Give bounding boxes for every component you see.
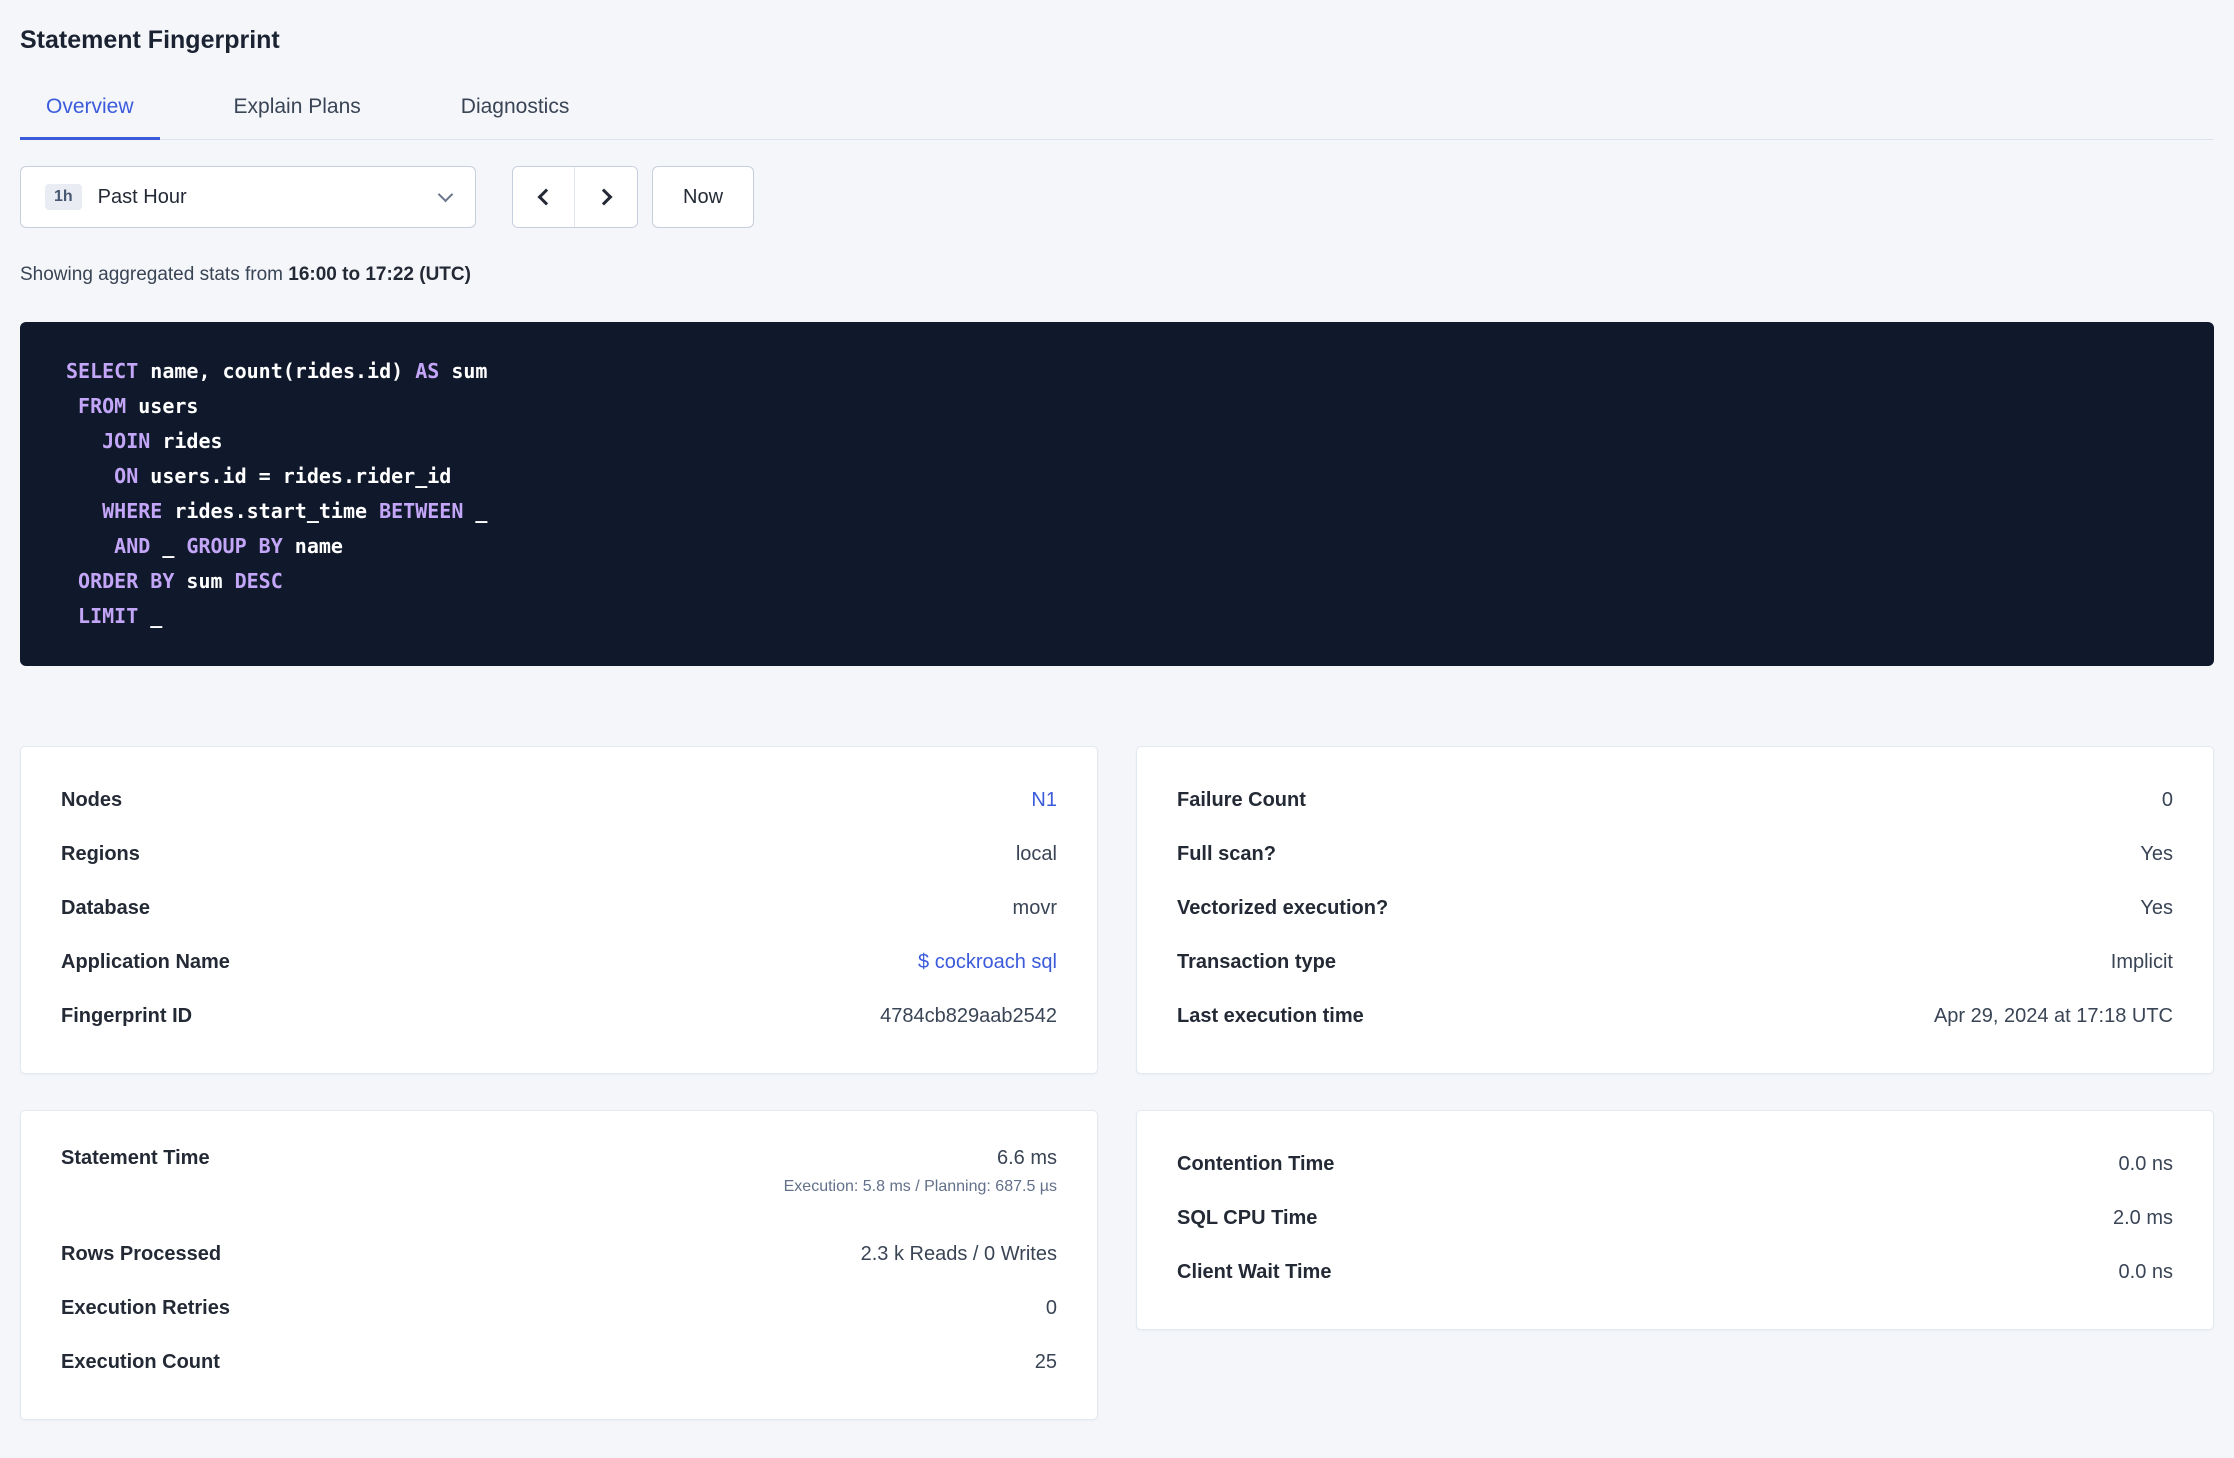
card-row: Regions local bbox=[61, 827, 1057, 881]
now-button[interactable]: Now bbox=[652, 166, 755, 228]
card-row: Contention Time 0.0 ns bbox=[1177, 1137, 2173, 1191]
card-row: Statement Time 6.6 ms Execution: 5.8 ms / … bbox=[61, 1137, 1057, 1227]
row-value: 6.6 ms bbox=[996, 1147, 1057, 1169]
chevron-down-icon bbox=[437, 186, 454, 203]
sql-line: ORDER BY sum DESC bbox=[78, 569, 283, 593]
row-value: 2.0 ms bbox=[2112, 1206, 2173, 1229]
row-label: Regions bbox=[61, 842, 140, 865]
row-label: Full scan? bbox=[1177, 842, 1276, 865]
row-value: Implicit bbox=[2110, 950, 2173, 973]
card-row: Full scan? Yes bbox=[1177, 827, 2173, 881]
card-row: Failure Count 0 bbox=[1177, 773, 2173, 827]
card-row: Client Wait Time 0.0 ns bbox=[1177, 1245, 2173, 1299]
row-value: 25 bbox=[1034, 1350, 1057, 1373]
sql-line: FROM users bbox=[78, 394, 199, 418]
row-label: Failure Count bbox=[1177, 788, 1306, 811]
row-label: Database bbox=[61, 896, 150, 919]
card-row: Nodes N1 bbox=[61, 773, 1057, 827]
interval-label: Past Hour bbox=[97, 185, 187, 208]
stats-card-left: Statement Time 6.6 ms Execution: 5.8 ms / … bbox=[20, 1110, 1098, 1420]
page-title: Statement Fingerprint bbox=[20, 26, 280, 54]
row-value: Yes bbox=[2140, 842, 2173, 865]
aggregated-stats-text: Showing aggregated stats from 16:00 to 1… bbox=[20, 264, 2214, 286]
interval-badge: 1h bbox=[45, 184, 82, 210]
summary-cards: Nodes N1 Regions local Database movr Applicati… bbox=[20, 746, 2214, 1420]
card-row: Last execution time Apr 29, 2024 at 17:18… bbox=[1177, 989, 2173, 1043]
interval-nav-group bbox=[512, 166, 638, 228]
card-row: Vectorized execution? Yes bbox=[1177, 881, 2173, 935]
row-label: Nodes bbox=[61, 788, 123, 811]
status-prefix: Showing aggregated stats from bbox=[20, 264, 283, 285]
row-value: local bbox=[1015, 842, 1057, 865]
sql-line: WHERE rides.start_time BETWEEN _ bbox=[102, 499, 488, 523]
prev-interval-button[interactable] bbox=[513, 167, 575, 227]
row-value: 0 bbox=[2161, 788, 2173, 811]
row-value: Yes bbox=[2140, 896, 2173, 919]
row-value: movr bbox=[1012, 896, 1057, 919]
sql-statement-box: SELECT name, count(rides.id) AS sum FROM… bbox=[20, 322, 2214, 666]
chevron-right-icon bbox=[595, 188, 613, 206]
row-label: Execution Count bbox=[61, 1350, 220, 1373]
sql-line: JOIN rides bbox=[102, 429, 223, 453]
row-label: Fingerprint ID bbox=[61, 1004, 193, 1027]
card-row: Database movr bbox=[61, 881, 1057, 935]
row-value: 4784cb829aab2542 bbox=[880, 1004, 1057, 1027]
row-label: Last execution time bbox=[1177, 1004, 1364, 1027]
tab-explain-plans[interactable]: Explain Plans bbox=[208, 81, 387, 140]
row-label: Contention Time bbox=[1177, 1152, 1335, 1175]
row-label: Application Name bbox=[61, 950, 230, 973]
sql-line: AND _ GROUP BY name bbox=[114, 534, 343, 558]
card-row: SQL CPU Time 2.0 ms bbox=[1177, 1191, 2173, 1245]
row-value-link[interactable]: N1 bbox=[1031, 789, 1057, 812]
tab-bar: Overview Explain Plans Diagnostics bbox=[20, 81, 2214, 140]
row-value: 0 bbox=[1045, 1296, 1057, 1319]
tab-overview[interactable]: Overview bbox=[20, 81, 160, 140]
summary-card-right: Failure Count 0 Full scan? Yes Vectorized ex… bbox=[1136, 746, 2214, 1074]
row-value: 0.0 ns bbox=[2118, 1152, 2173, 1175]
next-interval-button[interactable] bbox=[575, 167, 637, 227]
row-label: Statement Time bbox=[61, 1147, 210, 1169]
status-range: 16:00 to 17:22 (UTC) bbox=[288, 264, 471, 285]
row-value: 0.0 ns bbox=[2118, 1260, 2173, 1283]
time-controls: 1h Past Hour Now bbox=[20, 166, 2214, 228]
row-label: Client Wait Time bbox=[1177, 1260, 1332, 1283]
row-value: 2.3 k Reads / 0 Writes bbox=[860, 1242, 1057, 1265]
row-value-link[interactable]: $ cockroach sql bbox=[918, 951, 1057, 974]
tab-diagnostics[interactable]: Diagnostics bbox=[435, 81, 596, 140]
row-label: Execution Retries bbox=[61, 1296, 230, 1319]
chevron-left-icon bbox=[537, 188, 554, 206]
row-label: Vectorized execution? bbox=[1177, 896, 1389, 919]
summary-card-left: Nodes N1 Regions local Database movr Applicati… bbox=[20, 746, 1098, 1074]
sql-line: ON users.id = rides.rider_id bbox=[114, 464, 452, 488]
row-label: SQL CPU Time bbox=[1177, 1206, 1318, 1229]
row-subtext: Execution: 5.8 ms / Planning: 687.5 µs bbox=[783, 1178, 1057, 1195]
row-label: Rows Processed bbox=[61, 1242, 222, 1265]
sql-line: LIMIT _ bbox=[78, 604, 163, 628]
time-interval-dropdown[interactable]: 1h Past Hour bbox=[20, 166, 476, 228]
card-row: Transaction type Implicit bbox=[1177, 935, 2173, 989]
stats-card-right: Contention Time 0.0 ns SQL CPU Time 2.0 ms C… bbox=[1136, 1110, 2214, 1330]
card-row: Execution Count 25 bbox=[61, 1335, 1057, 1389]
card-row: Application Name $ cockroach sql bbox=[61, 935, 1057, 989]
card-row: Fingerprint ID 4784cb829aab2542 bbox=[61, 989, 1057, 1043]
card-row: Rows Processed 2.3 k Reads / 0 Writes bbox=[61, 1227, 1057, 1281]
card-row: Execution Retries 0 bbox=[61, 1281, 1057, 1335]
sql-line: SELECT name, count(rides.id) AS sum bbox=[66, 359, 488, 383]
sql-code: SELECT name, count(rides.id) AS sum FROM… bbox=[66, 354, 2174, 634]
row-value: Apr 29, 2024 at 17:18 UTC bbox=[1933, 1004, 2173, 1027]
row-label: Transaction type bbox=[1177, 950, 1336, 973]
